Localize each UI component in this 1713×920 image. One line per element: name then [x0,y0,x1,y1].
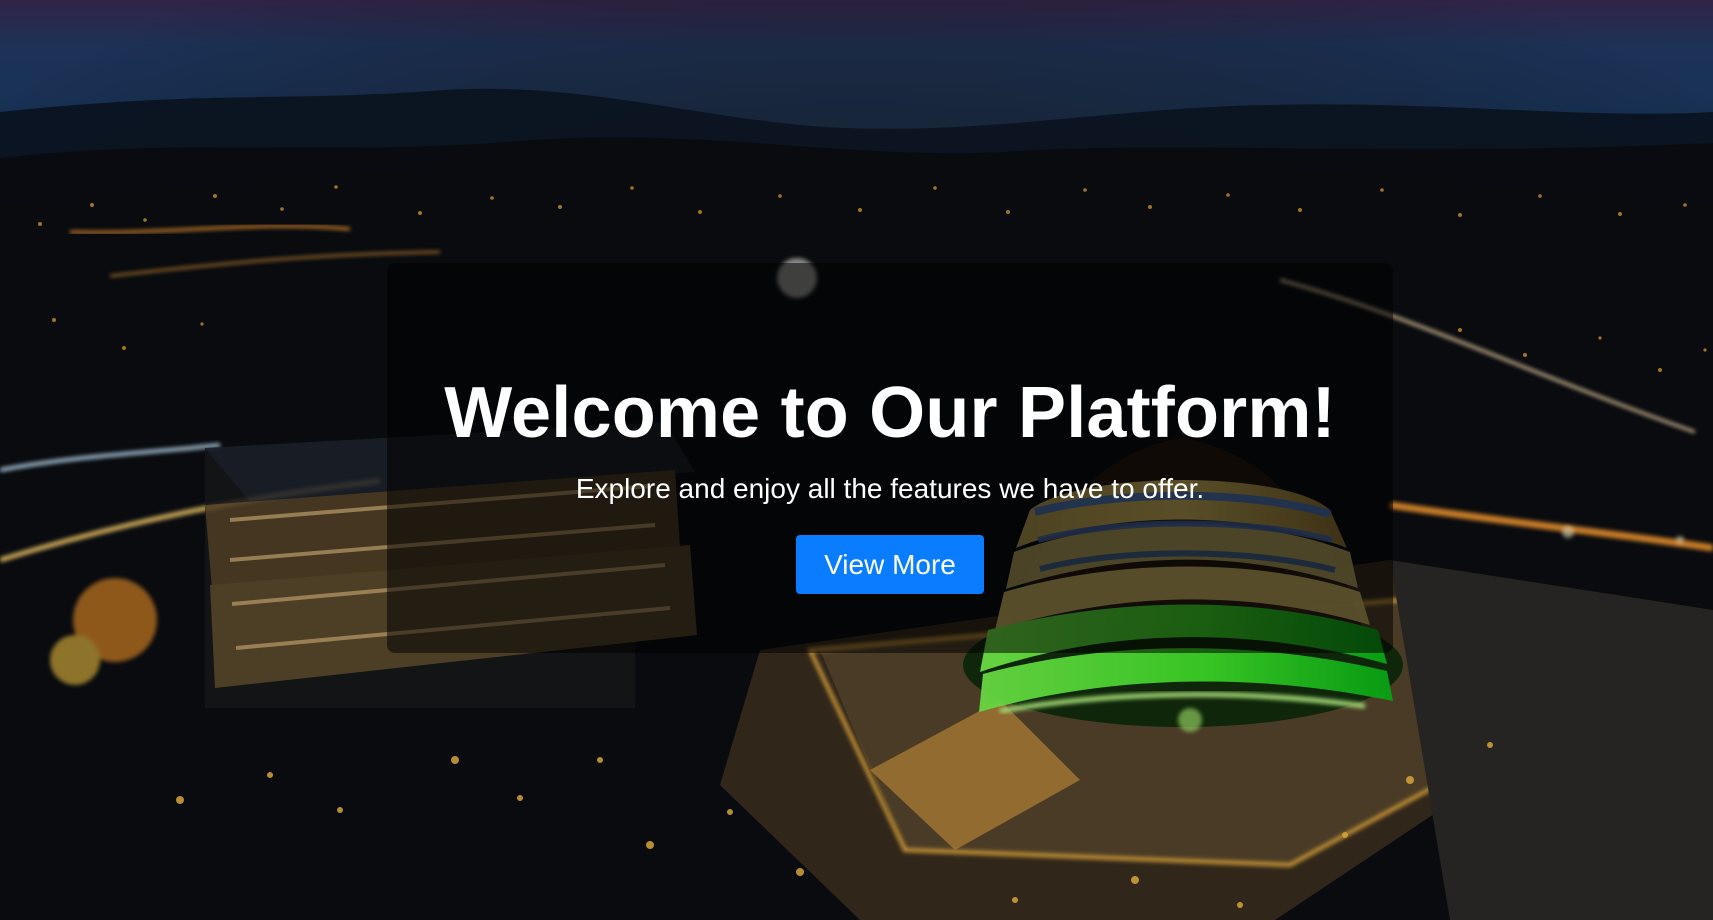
welcome-panel: Welcome to Our Platform! Explore and enj… [387,263,1393,653]
view-more-button[interactable]: View More [796,535,984,594]
hero-section: Welcome to Our Platform! Explore and enj… [0,0,1713,920]
welcome-subtitle: Explore and enjoy all the features we ha… [575,473,1205,504]
page-title: Welcome to Our Platform! [444,373,1336,453]
